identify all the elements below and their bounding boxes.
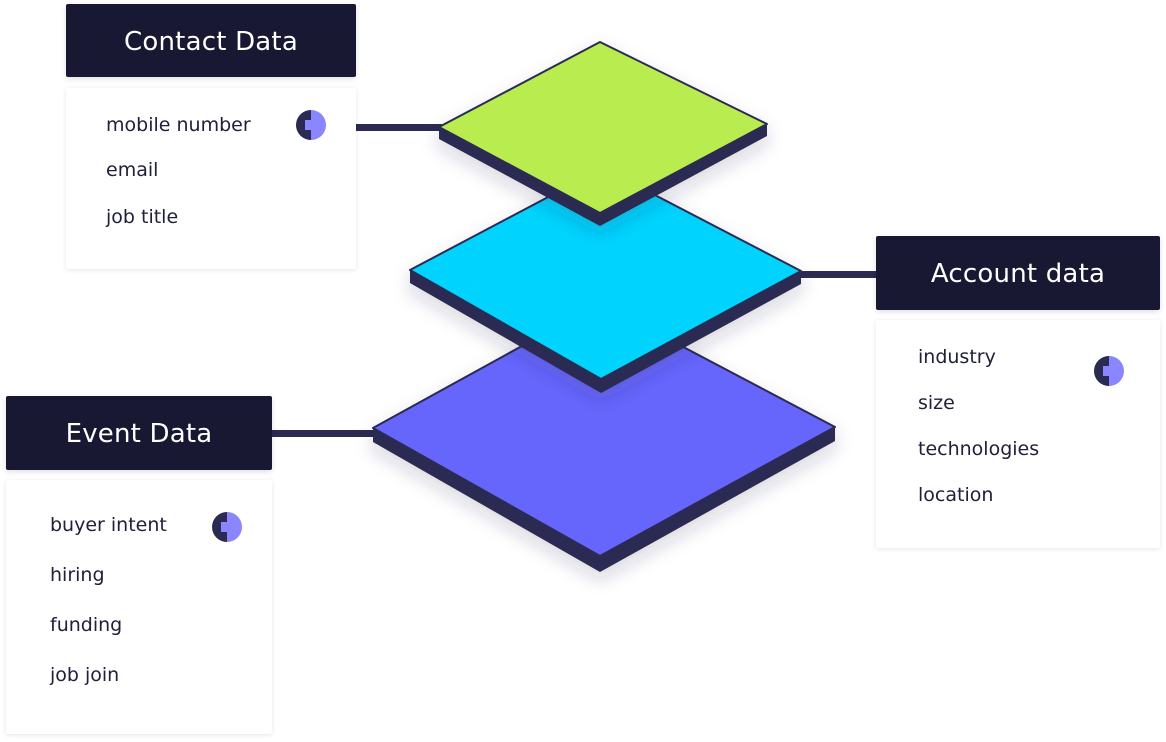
list-item: location [918,484,994,506]
list-item: job join [50,664,120,686]
half-circle-badge-icon [296,110,326,140]
account-panel-body: industry size technologies location [876,320,1160,548]
list-item: buyer intent [50,514,167,536]
contact-panel-body: mobile number email job title [66,88,356,269]
list-item: industry [918,346,996,368]
event-panel-title: Event Data [65,419,213,449]
list-item: email [106,159,159,181]
list-item: job title [106,206,179,228]
connector-account [798,271,878,278]
event-panel-body: buyer intent hiring funding job join [6,480,272,734]
account-panel-title: Account data [930,259,1106,289]
connector-contact [356,124,442,131]
list-item: hiring [50,564,105,586]
event-panel-header: Event Data [6,396,272,470]
half-circle-badge-icon [1094,356,1124,386]
contact-panel-header: Contact Data [66,4,356,77]
list-item: mobile number [106,114,251,136]
contact-panel-title: Contact Data [124,26,298,57]
connector-event [272,430,376,437]
contact-layer-top [438,41,768,214]
list-item: technologies [918,438,1040,460]
list-item: size [918,392,955,414]
account-panel-header: Account data [876,236,1160,310]
list-item: funding [50,614,123,636]
contact-layer [438,41,768,226]
half-circle-badge-icon [212,512,242,542]
